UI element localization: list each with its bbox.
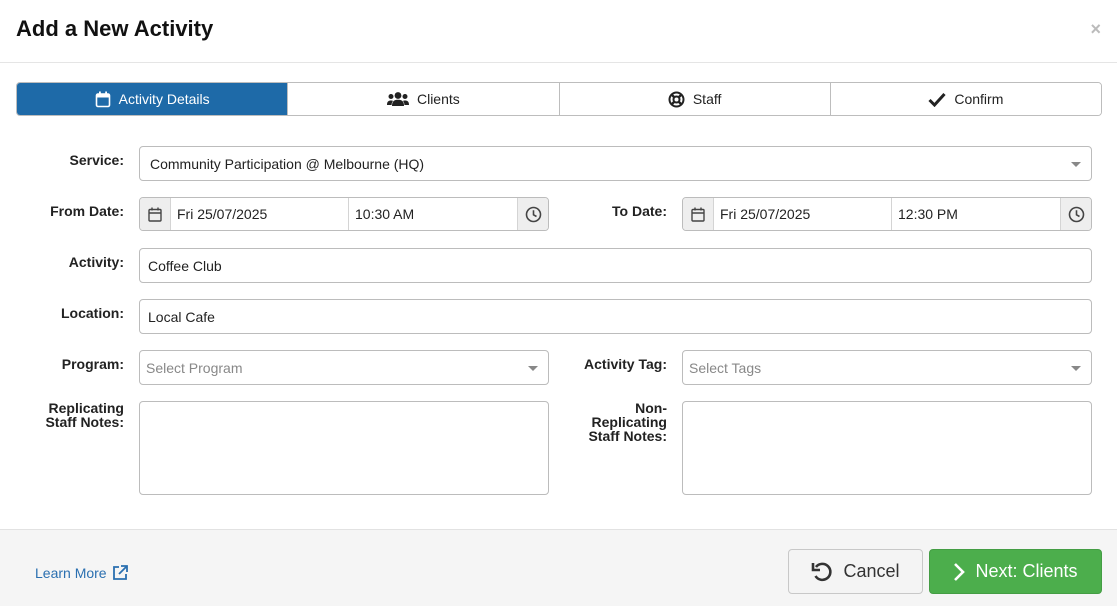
tab-label: Confirm	[954, 91, 1004, 107]
tab-staff[interactable]: Staff	[559, 83, 831, 115]
learn-more-label: Learn More	[35, 565, 107, 581]
tab-clients[interactable]: Clients	[288, 83, 560, 115]
learn-more-link[interactable]: Learn More	[35, 564, 129, 582]
service-value: Community Participation @ Melbourne (HQ)	[150, 155, 425, 172]
dialog-footer: Learn More Cancel Next: Clients	[0, 529, 1117, 606]
program-label: Program:	[61, 356, 124, 372]
replicating-notes-textarea[interactable]	[139, 401, 549, 495]
next-label: Next: Clients	[975, 561, 1078, 581]
program-placeholder: Select Program	[146, 359, 243, 376]
chevron-down-icon	[528, 365, 538, 371]
activity-tag-placeholder: Select Tags	[689, 359, 762, 376]
location-input[interactable]: Local Cafe	[139, 299, 1092, 334]
service-label: Service:	[69, 152, 124, 168]
undo-icon	[812, 562, 833, 581]
activity-tag-label: Activity Tag:	[584, 356, 667, 372]
next-clients-button[interactable]: Next: Clients	[929, 549, 1102, 594]
activity-input[interactable]: Coffee Club	[139, 248, 1092, 283]
to-date-picker: Fri 25/07/2025 12:30 PM	[682, 197, 1092, 231]
chevron-down-icon	[1071, 365, 1081, 371]
location-label: Location:	[61, 305, 124, 321]
non-replicating-notes-textarea[interactable]	[682, 401, 1092, 495]
calendar-icon[interactable]	[140, 198, 171, 230]
to-time-input[interactable]: 12:30 PM	[892, 198, 1060, 230]
tab-label: Staff	[692, 91, 722, 107]
wizard-tabs: Activity Details Clients Staff Confirm	[16, 82, 1102, 116]
activity-tag-select[interactable]: Select Tags	[682, 350, 1092, 385]
replicating-notes-label: Replicating Staff Notes:	[45, 400, 124, 430]
to-date-label: To Date:	[612, 203, 667, 219]
program-select[interactable]: Select Program	[139, 350, 549, 385]
lifebuoy-icon	[668, 91, 685, 107]
from-time-input[interactable]: 10:30 AM	[349, 198, 517, 230]
from-date-picker: Fri 25/07/2025 10:30 AM	[139, 197, 549, 231]
external-link-icon	[112, 565, 128, 580]
from-date-label: From Date:	[50, 203, 124, 219]
clock-icon[interactable]	[1060, 198, 1091, 230]
from-date-input[interactable]: Fri 25/07/2025	[171, 198, 349, 230]
chevron-down-icon	[1071, 161, 1081, 167]
dialog-header: Add a New Activity ×	[0, 0, 1117, 63]
users-icon	[386, 92, 409, 106]
non-replicating-notes-label: Non- Replicating Staff Notes:	[588, 400, 667, 444]
tab-label: Clients	[416, 91, 460, 107]
check-icon	[928, 92, 946, 107]
service-select[interactable]: Community Participation @ Melbourne (HQ)	[139, 146, 1092, 181]
tab-activity-details[interactable]: Activity Details	[17, 83, 289, 115]
close-icon[interactable]: ×	[1090, 20, 1101, 38]
clock-icon[interactable]	[517, 198, 548, 230]
dialog-title: Add a New Activity	[16, 16, 214, 41]
tab-label: Activity Details	[118, 91, 210, 107]
chevron-right-icon	[954, 562, 966, 581]
cancel-label: Cancel	[843, 561, 900, 581]
activity-label: Activity:	[68, 254, 124, 270]
calendar-icon[interactable]	[683, 198, 714, 230]
cancel-button[interactable]: Cancel	[788, 549, 923, 594]
to-date-input[interactable]: Fri 25/07/2025	[714, 198, 892, 230]
calendar-icon	[95, 91, 110, 107]
tab-confirm[interactable]: Confirm	[830, 83, 1101, 115]
